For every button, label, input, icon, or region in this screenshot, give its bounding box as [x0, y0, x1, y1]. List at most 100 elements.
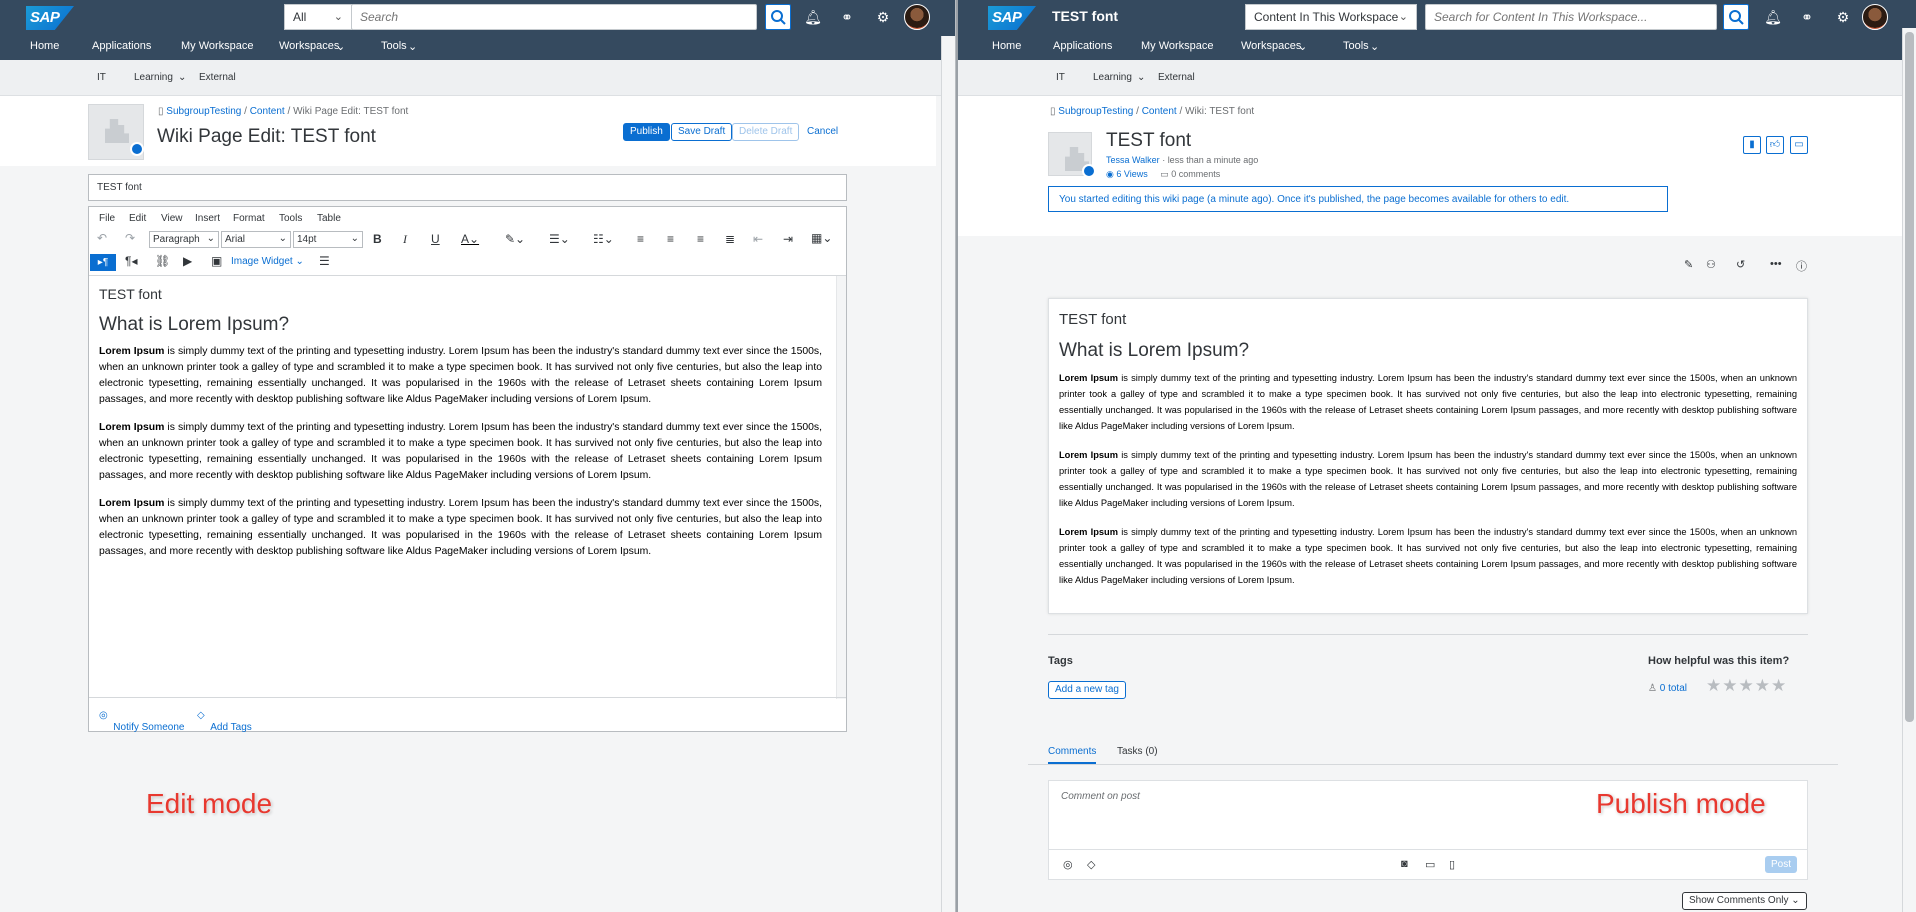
author-link[interactable]: Tessa Walker — [1106, 155, 1160, 165]
menu-edit[interactable]: Edit — [129, 213, 146, 224]
editor-content[interactable]: TEST font What is Lorem Ipsum? Lorem Ips… — [89, 275, 846, 699]
breadcrumb-subgrouptesting[interactable]: SubgroupTesting — [1058, 106, 1133, 117]
sap-logo[interactable]: SAP — [988, 6, 1036, 30]
collaborate-icon[interactable]: ⚇ — [1706, 258, 1716, 271]
italic-icon[interactable]: I — [403, 232, 407, 247]
bell-icon[interactable]: 🔔︎ — [804, 8, 822, 26]
media-icon[interactable]: ▶ — [183, 254, 192, 268]
binoculars-icon[interactable]: ⚭ — [1798, 8, 1816, 26]
add-tags-link[interactable]: ◇ Add Tags — [197, 710, 252, 733]
bell-icon[interactable]: 🔔︎ — [1764, 8, 1782, 26]
comments-count[interactable]: ▭ 0 comments — [1160, 169, 1220, 179]
search-input-box[interactable] — [1425, 4, 1717, 30]
comment-icon[interactable]: ▭ — [1790, 136, 1808, 154]
list-icon[interactable]: ☰ — [319, 254, 330, 268]
camera-icon[interactable]: ◙ — [1401, 858, 1408, 870]
menu-file[interactable]: File — [99, 213, 115, 224]
camera-icon[interactable] — [1082, 164, 1096, 178]
align-justify-icon[interactable]: ≣ — [725, 232, 735, 246]
info-icon[interactable]: ⓘ — [1796, 258, 1807, 274]
bullet-list-icon[interactable]: ☰⌄ — [549, 232, 570, 246]
camera-icon[interactable] — [130, 142, 144, 156]
menu-table[interactable]: Table — [317, 213, 341, 224]
table-icon[interactable]: ▦⌄ — [811, 231, 832, 245]
align-right-icon[interactable]: ≡ — [697, 232, 704, 246]
subnav-learning[interactable]: Learning — [1093, 72, 1132, 83]
search-scope-select[interactable]: All ⌄ — [284, 4, 352, 30]
sap-logo[interactable]: SAP — [26, 6, 74, 30]
nav-my-workspace[interactable]: My Workspace — [181, 40, 254, 52]
outdent-icon[interactable]: ⇤ — [753, 232, 763, 246]
menu-format[interactable]: Format — [233, 213, 265, 224]
add-tag-button[interactable]: Add a new tag — [1048, 681, 1126, 699]
publish-button[interactable]: Publish — [623, 123, 670, 141]
subnav-external[interactable]: External — [199, 72, 236, 83]
edit-icon[interactable]: ✎ — [1684, 258, 1693, 271]
gear-icon[interactable]: ⚙ — [874, 8, 892, 26]
highlight-icon[interactable]: ✎⌄ — [505, 232, 525, 246]
subnav-it[interactable]: IT — [97, 72, 106, 83]
search-button[interactable] — [1723, 4, 1749, 30]
font-family-select[interactable]: Arial ⌄ — [221, 231, 291, 248]
search-scope-select[interactable]: Content In This Workspace ⌄ — [1245, 4, 1417, 30]
like-icon[interactable]: 👍︎ — [1766, 136, 1784, 154]
nav-applications[interactable]: Applications — [1053, 40, 1112, 52]
tab-tasks[interactable]: Tasks (0) — [1117, 746, 1158, 757]
more-icon[interactable]: ••• — [1770, 258, 1782, 270]
image-icon[interactable]: ▣ — [211, 254, 222, 268]
indent-icon[interactable]: ⇥ — [783, 232, 793, 246]
nav-my-workspace[interactable]: My Workspace — [1141, 40, 1214, 52]
comment-input[interactable]: Comment on post — [1061, 791, 1140, 802]
user-avatar[interactable] — [1862, 4, 1888, 30]
link-icon[interactable]: ⛓ — [155, 254, 170, 268]
subnav-learning[interactable]: Learning — [134, 72, 173, 83]
search-input[interactable] — [1426, 5, 1716, 29]
nav-tools[interactable]: Tools — [1343, 40, 1369, 52]
nav-applications[interactable]: Applications — [92, 40, 151, 52]
block-format-select[interactable]: Paragraph ⌄ — [149, 231, 219, 248]
underline-icon[interactable]: U — [431, 232, 440, 246]
nav-tools[interactable]: Tools — [381, 40, 407, 52]
scrollbar-thumb[interactable] — [1905, 32, 1914, 722]
nav-home[interactable]: Home — [30, 40, 59, 52]
document-icon[interactable]: ▯ — [1449, 858, 1455, 871]
user-avatar[interactable] — [904, 4, 930, 30]
tag-icon[interactable]: ◇ — [1087, 858, 1095, 871]
breadcrumb-content[interactable]: Content — [1142, 106, 1177, 117]
video-icon[interactable]: ▭ — [1425, 858, 1435, 871]
redo-icon[interactable]: ↷ — [125, 231, 135, 245]
breadcrumb-content[interactable]: Content — [250, 106, 285, 117]
nav-workspaces[interactable]: Workspaces — [279, 40, 339, 52]
align-center-icon[interactable]: ≡ — [667, 232, 674, 246]
notify-someone-link[interactable]: ◎ Notify Someone — [99, 710, 184, 733]
views-count[interactable]: ◉ 6 Views — [1106, 169, 1148, 179]
mention-icon[interactable]: ◎ — [1063, 858, 1073, 871]
breadcrumb-subgrouptesting[interactable]: SubgroupTesting — [166, 106, 241, 117]
menu-tools[interactable]: Tools — [279, 213, 302, 224]
numbered-list-icon[interactable]: ☷⌄ — [593, 232, 614, 246]
nav-home[interactable]: Home — [992, 40, 1021, 52]
star-rating[interactable]: ★★★★★ — [1706, 676, 1787, 696]
menu-insert[interactable]: Insert — [195, 213, 220, 224]
cancel-button[interactable]: Cancel — [807, 126, 838, 137]
align-left-icon[interactable]: ≡ — [637, 232, 644, 246]
editor-scrollbar[interactable] — [836, 276, 846, 699]
save-draft-button[interactable]: Save Draft — [671, 123, 733, 141]
tab-comments[interactable]: Comments — [1048, 746, 1097, 764]
rating-total[interactable]: ♙ 0 total — [1648, 683, 1687, 694]
search-input-box[interactable] — [351, 4, 757, 30]
gear-icon[interactable]: ⚙ — [1834, 8, 1852, 26]
history-icon[interactable]: ↺ 2 — [1736, 258, 1751, 528]
bold-icon[interactable]: B — [373, 232, 382, 246]
subnav-external[interactable]: External — [1158, 72, 1195, 83]
menu-view[interactable]: View — [161, 213, 183, 224]
undo-icon[interactable]: ↶ — [97, 231, 107, 245]
font-size-select[interactable]: 14pt ⌄ — [293, 231, 363, 248]
nav-workspaces[interactable]: Workspaces — [1241, 40, 1301, 52]
title-field[interactable]: TEST font — [88, 174, 847, 201]
binoculars-icon[interactable]: ⚭ — [838, 8, 856, 26]
show-comments-only-select[interactable]: Show Comments Only ⌄ — [1682, 892, 1807, 910]
rtl-direction-icon[interactable]: ¶◂ — [125, 254, 137, 268]
image-widget-menu[interactable]: Image Widget ⌄ — [231, 256, 304, 267]
bookmark-icon[interactable]: ▮ — [1743, 136, 1761, 154]
